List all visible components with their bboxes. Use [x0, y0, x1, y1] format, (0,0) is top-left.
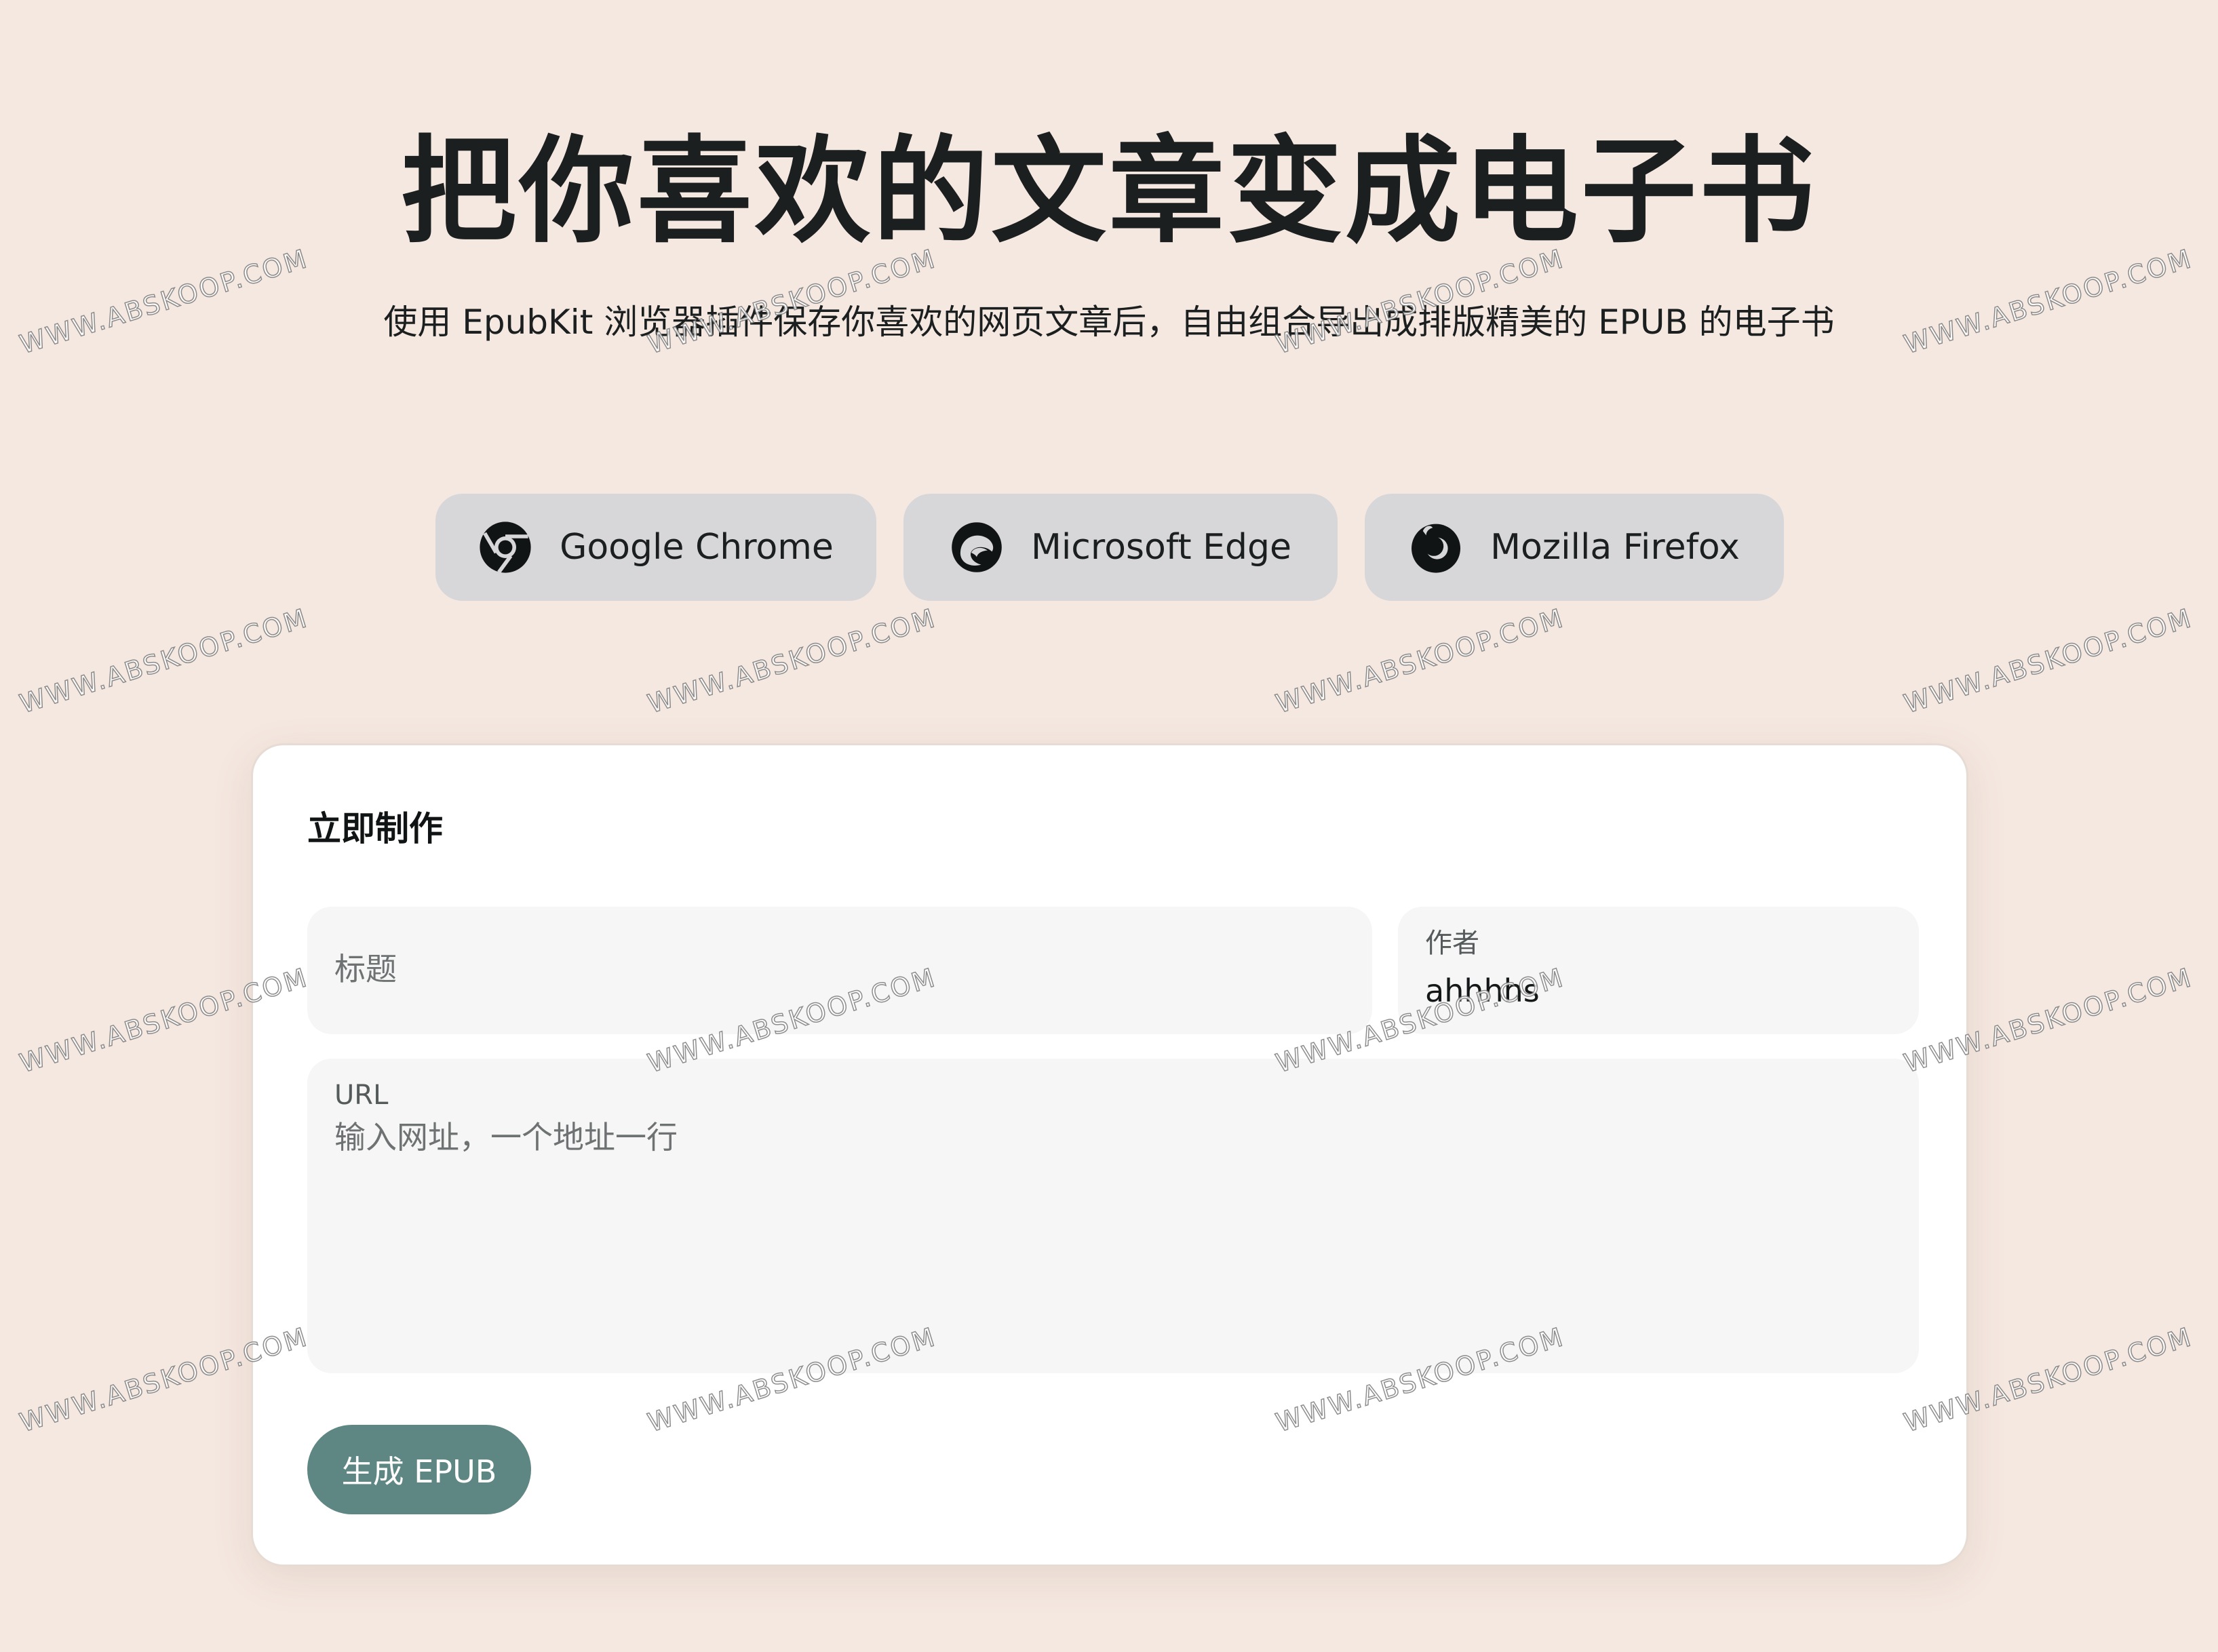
watermark-text: WWW.ABSKOOP.COM	[16, 602, 312, 720]
watermark-text: WWW.ABSKOOP.COM	[1900, 602, 2196, 720]
firefox-icon	[1412, 524, 1461, 573]
card-heading: 立即制作	[307, 809, 443, 848]
title-field	[307, 907, 1372, 1034]
chrome-extension-label: Google Chrome	[560, 527, 834, 568]
title-input[interactable]	[334, 947, 1338, 991]
create-ebook-card: 立即制作 作者 URL 生成 EPUB	[251, 743, 1968, 1567]
url-field: URL	[307, 1059, 1919, 1373]
author-label: 作者	[1425, 928, 1479, 959]
author-field: 作者	[1398, 907, 1919, 1034]
edge-icon	[952, 522, 1002, 572]
author-input[interactable]	[1425, 969, 1893, 1012]
browser-extension-buttons: Google Chrome Microsoft Edge Mozilla Fir…	[0, 494, 2218, 601]
chrome-extension-button[interactable]: Google Chrome	[435, 494, 876, 601]
firefox-extension-button[interactable]: Mozilla Firefox	[1365, 494, 1784, 601]
chrome-icon	[480, 522, 531, 574]
hero-title: 把你喜欢的文章变成电子书	[400, 125, 1817, 259]
edge-extension-button[interactable]: Microsoft Edge	[903, 494, 1338, 601]
url-textarea[interactable]	[334, 1116, 1888, 1346]
watermark-text: WWW.ABSKOOP.COM	[1272, 602, 1568, 720]
edge-extension-label: Microsoft Edge	[1030, 527, 1292, 568]
url-label: URL	[334, 1080, 389, 1111]
watermark-text: WWW.ABSKOOP.COM	[644, 602, 940, 720]
generate-epub-button[interactable]: 生成 EPUB	[307, 1425, 531, 1514]
hero-subtitle: 使用 EpubKit 浏览器插件保存你喜欢的网页文章后，自由组合导出成排版精美的…	[383, 302, 1835, 342]
firefox-extension-label: Mozilla Firefox	[1490, 527, 1740, 568]
